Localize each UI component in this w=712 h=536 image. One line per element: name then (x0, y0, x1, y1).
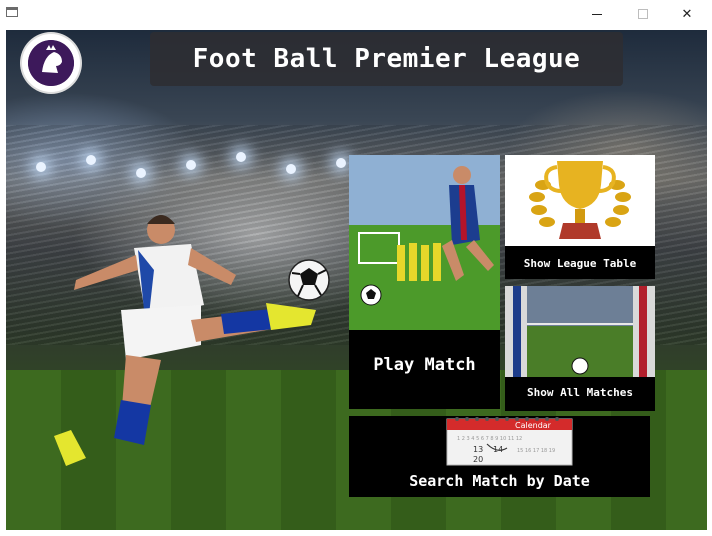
svg-text:20: 20 (473, 455, 483, 464)
search-match-by-date-label: Search Match by Date (409, 472, 590, 490)
svg-text:1 2 3 4 5 6 7 8 9 10 11 12: 1 2 3 4 5 6 7 8 9 10 11 12 (457, 436, 522, 442)
show-league-table-button[interactable]: Show League Table (505, 155, 655, 279)
svg-text:13: 13 (473, 445, 483, 454)
svg-text:15 16 17 18 19: 15 16 17 18 19 (517, 448, 555, 454)
app-window-icon (6, 7, 18, 17)
show-league-table-label: Show League Table (523, 257, 637, 270)
minimize-icon (592, 13, 602, 15)
footballer-illustration (54, 215, 330, 466)
minimize-button[interactable] (574, 0, 620, 28)
main-background: Foot Ball Premier League Play Match Show… (6, 30, 707, 530)
trophy-icon (505, 155, 655, 246)
close-button[interactable]: ✕ (664, 0, 710, 28)
calendar-header-text: Calendar (515, 421, 552, 430)
search-match-by-date-button[interactable]: Calendar 13 14 20 1 2 3 4 5 6 7 8 9 10 11 … (349, 416, 650, 497)
close-icon: ✕ (681, 6, 693, 22)
play-match-label: Play Match (373, 355, 476, 375)
play-match-button[interactable]: Play Match (349, 155, 500, 409)
page-title: Foot Ball Premier League (150, 32, 623, 86)
calendar-icon: Calendar 13 1420 1 2 3 4 5 6 7 8 9 10 11 … (446, 417, 573, 466)
show-all-matches-label: Show All Matches (527, 386, 633, 399)
premier-league-lion-icon (28, 40, 74, 86)
window-bottom-frame (0, 530, 712, 536)
play-match-illustration (349, 155, 500, 330)
window-titlebar: ✕ (0, 0, 712, 28)
premier-league-logo (22, 34, 80, 92)
show-all-matches-button[interactable]: Show All Matches (505, 286, 655, 411)
maximize-button[interactable] (620, 0, 666, 28)
stadium-pitch-illustration (505, 286, 655, 377)
maximize-icon (638, 9, 648, 19)
